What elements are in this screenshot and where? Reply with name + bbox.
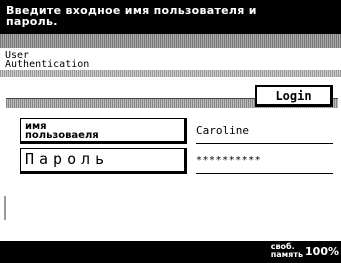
free-memory-label: своб. память: [271, 243, 303, 259]
status-bar: своб. память 100%: [0, 241, 341, 263]
header-separator: [0, 34, 341, 48]
scan-artifact: [4, 196, 6, 220]
username-label-line-2: пользоваеля: [25, 130, 99, 141]
screen-title-line-2: Authentication: [5, 59, 90, 70]
login-button[interactable]: Login: [255, 85, 333, 107]
username-button[interactable]: имя пользоваеля: [20, 118, 187, 144]
free-memory-label-line-2: память: [270, 250, 304, 259]
screen-title: User Authentication: [5, 51, 90, 70]
instruction-message: Введите входное имя пользователя и парол…: [0, 0, 341, 34]
password-button[interactable]: Пароль: [20, 148, 187, 174]
title-separator: [0, 70, 341, 77]
username-value: Caroline: [196, 120, 333, 144]
password-value: **********: [196, 150, 333, 174]
free-memory-value: 100%: [305, 245, 339, 258]
screen-title-panel: User Authentication: [0, 48, 341, 71]
instruction-line-2: пароль.: [6, 15, 58, 28]
free-memory-indicator: своб. память 100%: [271, 243, 339, 262]
